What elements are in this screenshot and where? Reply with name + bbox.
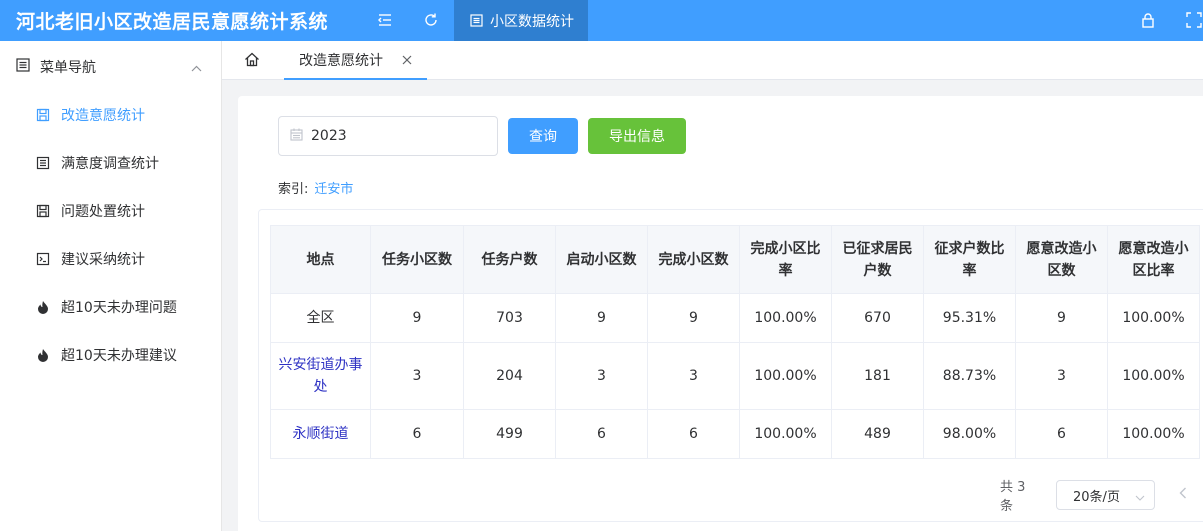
sidebar-item-overdue-issues[interactable]: 超10天未办理问题 xyxy=(0,283,222,331)
home-icon[interactable] xyxy=(244,52,260,71)
table-cell: 100.00% xyxy=(739,293,832,343)
fullscreen-icon[interactable] xyxy=(1186,12,1202,28)
list-icon xyxy=(16,58,30,76)
sidebar-item-satisfaction-stats[interactable]: 满意度调查统计 xyxy=(0,139,222,187)
collapse-menu-icon[interactable] xyxy=(377,12,393,28)
query-button[interactable]: 查询 xyxy=(508,118,578,154)
main-card: 2023 查询 导出信息 索引: 迁安市 地点 任务小区数 任务户数 启动小区数 … xyxy=(238,96,1203,531)
table-cell: 9 xyxy=(647,293,740,343)
export-button[interactable]: 导出信息 xyxy=(588,118,686,154)
column-header[interactable]: 完成小区数 xyxy=(647,225,740,294)
top-bar: 河北老旧小区改造居民意愿统计系统 小区数据统计 xyxy=(0,0,1203,41)
table-cell: 3 xyxy=(370,342,464,410)
tab-label: 改造意愿统计 xyxy=(299,52,383,69)
table-cell: 100.00% xyxy=(739,342,832,410)
table-cell: 100.00% xyxy=(1107,342,1200,410)
lock-icon[interactable] xyxy=(1141,12,1157,28)
list-icon xyxy=(36,156,50,170)
pagination: 共 3 条 20条/页 xyxy=(1000,476,1203,514)
table-cell: 3 xyxy=(647,342,740,410)
table-cell: 670 xyxy=(831,293,924,343)
sidebar-item-label: 满意度调查统计 xyxy=(61,156,159,172)
table-cell: 181 xyxy=(831,342,924,410)
table-cell-location-link[interactable]: 永顺街道 xyxy=(270,409,371,459)
sidebar: 菜单导航 改造意愿统计 满意度调查统计 问题处置统计 建议采纳统计 超10天未办… xyxy=(0,41,222,531)
sidebar-item-overdue-suggestions[interactable]: 超10天未办理建议 xyxy=(0,331,222,379)
table-cell: 95.31% xyxy=(923,293,1016,343)
table-cell: 3 xyxy=(555,342,648,410)
sidebar-item-suggestion-stats[interactable]: 建议采纳统计 xyxy=(0,235,222,283)
header-tab-label: 小区数据统计 xyxy=(490,13,574,30)
table-cell: 204 xyxy=(463,342,556,410)
table-cell: 703 xyxy=(463,293,556,343)
flame-icon xyxy=(36,348,50,362)
table-row: 永顺街道 6 499 6 6 100.00% 489 98.00% 6 100.… xyxy=(270,409,1200,459)
refresh-icon[interactable] xyxy=(423,12,439,28)
sidebar-item-issue-stats[interactable]: 问题处置统计 xyxy=(0,187,222,235)
table-row: 全区 9 703 9 9 100.00% 670 95.31% 9 100.00… xyxy=(270,293,1200,343)
sidebar-item-label: 建议采纳统计 xyxy=(61,252,145,268)
table-cell: 9 xyxy=(555,293,648,343)
table-cell: 6 xyxy=(1015,409,1108,459)
table-cell: 6 xyxy=(647,409,740,459)
table-cell: 100.00% xyxy=(1107,409,1200,459)
sidebar-item-label: 超10天未办理问题 xyxy=(61,300,177,316)
column-header[interactable]: 启动小区数 xyxy=(555,225,648,294)
table-row: 兴安街道办事处 3 204 3 3 100.00% 181 88.73% 3 1… xyxy=(270,342,1200,410)
page-size-select[interactable]: 20条/页 xyxy=(1056,480,1155,510)
column-header[interactable]: 愿意改造小区数 xyxy=(1015,225,1108,294)
table-header-row: 地点 任务小区数 任务户数 启动小区数 完成小区数 完成小区比率 已征求居民户数… xyxy=(270,225,1200,294)
stats-table: 地点 任务小区数 任务户数 启动小区数 完成小区数 完成小区比率 已征求居民户数… xyxy=(270,225,1200,459)
sidebar-item-label: 问题处置统计 xyxy=(61,204,145,220)
table-cell: 100.00% xyxy=(1107,293,1200,343)
table-cell: 489 xyxy=(831,409,924,459)
column-header[interactable]: 任务小区数 xyxy=(370,225,464,294)
chevron-up-icon xyxy=(191,60,202,76)
table-cell: 88.73% xyxy=(923,342,1016,410)
save-icon xyxy=(36,204,50,218)
sidebar-item-label: 超10天未办理建议 xyxy=(61,348,177,364)
prev-page-icon[interactable] xyxy=(1179,487,1187,503)
sidebar-item-label: 改造意愿统计 xyxy=(61,108,145,124)
header-tab-stats[interactable]: 小区数据统计 xyxy=(454,0,588,41)
stats-table-container: 地点 任务小区数 任务户数 启动小区数 完成小区数 完成小区比率 已征求居民户数… xyxy=(258,209,1203,522)
tab-renovation-stats[interactable]: 改造意愿统计 xyxy=(284,41,427,80)
table-cell: 6 xyxy=(555,409,648,459)
column-header[interactable]: 地点 xyxy=(270,225,371,294)
year-picker[interactable]: 2023 xyxy=(278,116,498,156)
menu-navigation-header[interactable]: 菜单导航 xyxy=(0,41,222,93)
app-title: 河北老旧小区改造居民意愿统计系统 xyxy=(16,11,329,33)
table-cell-location-link[interactable]: 兴安街道办事处 xyxy=(270,342,371,410)
table-cell: 3 xyxy=(1015,342,1108,410)
table-cell: 499 xyxy=(463,409,556,459)
index-breadcrumb: 索引: 迁安市 xyxy=(278,178,353,197)
menu-navigation-label: 菜单导航 xyxy=(40,60,96,76)
tabs-bar: 改造意愿统计 xyxy=(222,41,1203,80)
column-header[interactable]: 征求户数比率 xyxy=(923,225,1016,294)
index-label: 索引: xyxy=(278,182,309,197)
close-icon[interactable] xyxy=(402,53,412,69)
table-cell: 9 xyxy=(370,293,464,343)
flame-icon xyxy=(36,300,50,314)
sidebar-item-renovation-stats[interactable]: 改造意愿统计 xyxy=(0,91,222,139)
page-size-value: 20条/页 xyxy=(1073,489,1120,505)
year-value: 2023 xyxy=(311,128,347,144)
table-cell-location: 全区 xyxy=(270,293,371,343)
column-header[interactable]: 完成小区比率 xyxy=(739,225,832,294)
column-header[interactable]: 任务户数 xyxy=(463,225,556,294)
table-cell: 100.00% xyxy=(739,409,832,459)
document-icon xyxy=(470,14,483,27)
column-header[interactable]: 已征求居民户数 xyxy=(831,225,924,294)
terminal-icon xyxy=(36,252,50,266)
chevron-down-icon xyxy=(1135,490,1145,505)
save-icon xyxy=(36,108,50,122)
column-header[interactable]: 愿意改造小区比率 xyxy=(1107,225,1200,294)
pagination-total: 共 3 条 xyxy=(1000,480,1026,514)
table-cell: 9 xyxy=(1015,293,1108,343)
index-link-qianan[interactable]: 迁安市 xyxy=(314,182,353,197)
table-cell: 6 xyxy=(370,409,464,459)
table-cell: 98.00% xyxy=(923,409,1016,459)
calendar-icon xyxy=(290,128,303,145)
